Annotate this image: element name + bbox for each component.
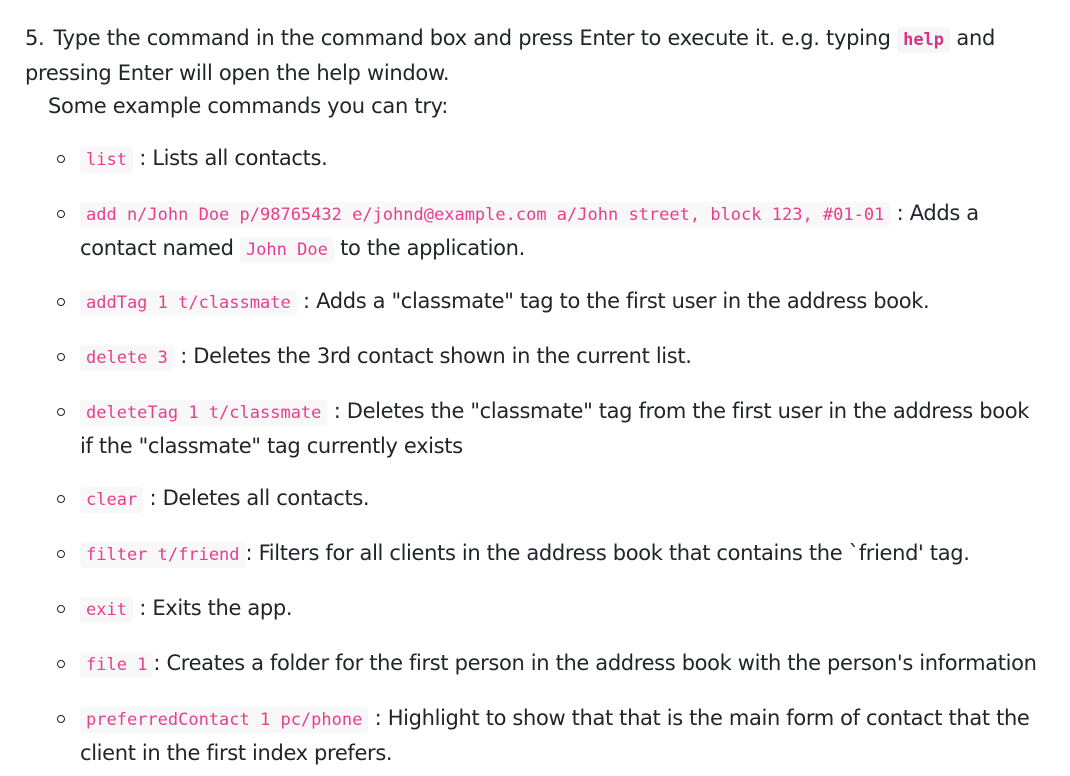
bullet-icon [57, 155, 65, 163]
command-code: addTag 1 t/classmate [80, 290, 297, 316]
list-item: clear : Deletes all contacts. [57, 482, 1042, 517]
command-description: : Adds a "classmate" tag to the first us… [303, 289, 930, 313]
list-item: file 1: Creates a folder for the first p… [57, 647, 1042, 682]
command-code: clear [80, 487, 144, 513]
contact-name-code: John Doe [239, 237, 334, 263]
list-item: filter t/friend: Filters for all clients… [57, 537, 1042, 572]
list-item: delete 3 : Deletes the 3rd contact shown… [57, 340, 1042, 375]
bullet-icon [57, 495, 65, 503]
list-item: deleteTag 1 t/classmate : Deletes the "c… [57, 395, 1042, 463]
bullet-icon [57, 715, 65, 723]
step-number: 5. [25, 26, 45, 50]
bullet-icon [57, 408, 65, 416]
bullet-icon [57, 660, 65, 668]
bullet-icon [57, 550, 65, 558]
command-code: filter t/friend [80, 542, 246, 568]
command-code: list [80, 147, 133, 173]
step-5-paragraph: 5. Type the command in the command box a… [25, 22, 1025, 123]
document-page: 5. Type the command in the command box a… [0, 0, 1070, 776]
bullet-icon [57, 298, 65, 306]
command-code: file 1 [80, 652, 154, 678]
bullet-icon [57, 605, 65, 613]
command-description: : Filters for all clients in the address… [245, 541, 970, 565]
command-description: : Lists all contacts. [139, 146, 328, 170]
list-item: addTag 1 t/classmate : Adds a "classmate… [57, 285, 1042, 320]
bullet-icon [57, 353, 65, 361]
command-code: add n/John Doe p/98765432 e/johnd@exampl… [80, 202, 891, 228]
list-item: exit : Exits the app. [57, 592, 1042, 627]
command-description: : Deletes the 3rd contact shown in the c… [180, 344, 692, 368]
command-code: delete 3 [80, 345, 174, 371]
command-description: : Deletes all contacts. [149, 486, 370, 510]
command-code: preferredContact 1 pc/phone [80, 707, 369, 733]
list-item: preferredContact 1 pc/phone : Highlight … [57, 702, 1042, 770]
list-item: add n/John Doe p/98765432 e/johnd@exampl… [57, 197, 1042, 267]
help-command-code: help [897, 27, 951, 53]
command-description: : Exits the app. [139, 596, 293, 620]
command-code: deleteTag 1 t/classmate [80, 400, 328, 426]
step-text-before: Type the command in the command box and … [53, 26, 891, 50]
command-description-end: to the application. [340, 236, 525, 260]
command-code: exit [80, 597, 133, 623]
list-item: list : Lists all contacts. [57, 142, 1042, 177]
examples-intro: Some example commands you can try: [48, 94, 449, 118]
command-description: : Creates a folder for the first person … [153, 651, 1037, 675]
bullet-icon [57, 210, 65, 218]
